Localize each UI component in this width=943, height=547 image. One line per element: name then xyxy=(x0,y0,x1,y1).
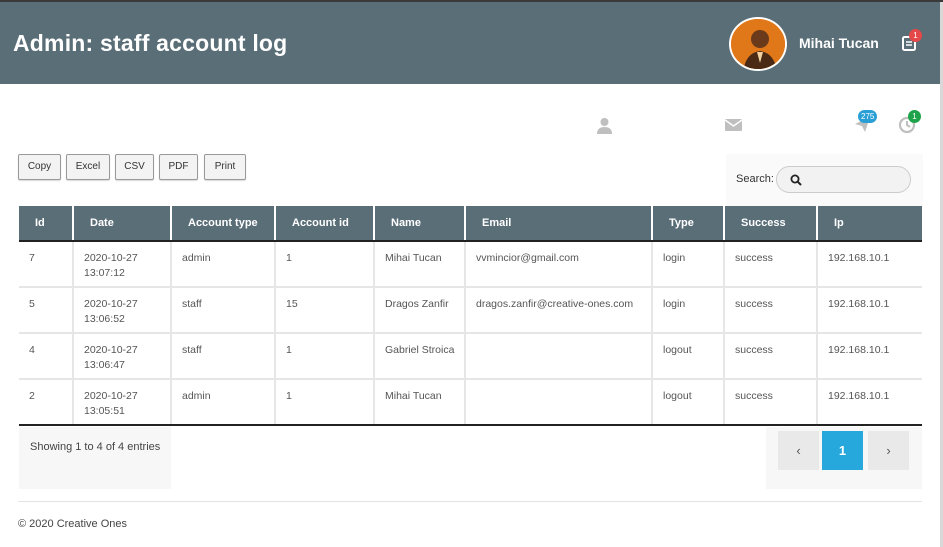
cell-email: vvmincior@gmail.com xyxy=(465,241,653,288)
page-1-button[interactable]: 1 xyxy=(822,431,863,470)
cell-date: 2020-10-27 13:07:12 xyxy=(73,241,172,288)
messages-badge: 275 xyxy=(858,110,878,123)
cell-success: success xyxy=(724,241,818,288)
column-header-account-id[interactable]: Account id xyxy=(275,206,375,242)
cell-type: logout xyxy=(652,333,725,380)
user-name[interactable]: Mihai Tucan xyxy=(799,35,879,51)
notification-badge: 1 xyxy=(909,29,922,42)
cell-email: dragos.zanfir@creative-ones.com xyxy=(465,287,653,334)
cell-success: success xyxy=(724,379,818,426)
copy-button[interactable]: Copy xyxy=(18,154,61,180)
copyright: © 2020 Creative Ones xyxy=(18,518,127,530)
table-header-row: Id Date Account type Account id Name Ema… xyxy=(19,206,922,242)
column-header-id[interactable]: Id xyxy=(19,206,74,242)
column-header-name[interactable]: Name xyxy=(374,206,466,242)
cell-date: 2020-10-27 13:05:51 xyxy=(73,379,172,426)
avatar[interactable] xyxy=(729,17,787,71)
cell-id: 7 xyxy=(19,241,74,288)
cell-type: login xyxy=(652,241,725,288)
cell-id: 4 xyxy=(19,333,74,380)
column-header-success[interactable]: Success xyxy=(724,206,818,242)
mail-icon[interactable] xyxy=(725,119,742,131)
cell-account-id: 1 xyxy=(275,379,375,426)
cell-account-id: 1 xyxy=(275,241,375,288)
column-header-type[interactable]: Type xyxy=(652,206,725,242)
cell-ip: 192.168.10.1 xyxy=(817,333,922,380)
cell-account-id: 15 xyxy=(275,287,375,334)
cell-email xyxy=(465,379,653,426)
cell-name: Gabriel Stroica xyxy=(374,333,466,380)
previous-page-button[interactable]: ‹ xyxy=(778,431,819,470)
column-header-date[interactable]: Date xyxy=(73,206,172,242)
column-header-account-type[interactable]: Account type xyxy=(171,206,276,242)
cell-type: logout xyxy=(652,379,725,426)
table-info-panel xyxy=(19,427,171,489)
page-header: Admin: staff account log Mihai Tucan 1 xyxy=(0,2,940,84)
table-row: 5 2020-10-27 13:06:52 staff 15 Dragos Za… xyxy=(19,287,922,334)
cell-name: Mihai Tucan xyxy=(374,379,466,426)
cell-account-type: admin xyxy=(171,241,276,288)
user-icon[interactable] xyxy=(596,117,613,134)
column-header-email[interactable]: Email xyxy=(465,206,653,242)
cell-account-type: admin xyxy=(171,379,276,426)
column-header-ip[interactable]: Ip xyxy=(817,206,922,242)
csv-button[interactable]: CSV xyxy=(115,154,154,180)
search-label: Search: xyxy=(736,173,774,185)
table-info: Showing 1 to 4 of 4 entries xyxy=(30,441,161,453)
cell-ip: 192.168.10.1 xyxy=(817,287,922,334)
history-badge: 1 xyxy=(908,110,921,123)
cell-success: success xyxy=(724,333,818,380)
cell-ip: 192.168.10.1 xyxy=(817,379,922,426)
cell-id: 5 xyxy=(19,287,74,334)
page-title: Admin: staff account log xyxy=(13,30,288,56)
cell-email xyxy=(465,333,653,380)
cell-name: Dragos Zanfir xyxy=(374,287,466,334)
cell-account-id: 1 xyxy=(275,333,375,380)
cell-date: 2020-10-27 13:06:47 xyxy=(73,333,172,380)
search-icon xyxy=(790,174,802,186)
excel-button[interactable]: Excel xyxy=(66,154,110,180)
cell-date: 2020-10-27 13:06:52 xyxy=(73,287,172,334)
cell-success: success xyxy=(724,287,818,334)
cell-ip: 192.168.10.1 xyxy=(817,241,922,288)
cell-account-type: staff xyxy=(171,287,276,334)
next-page-button[interactable]: › xyxy=(868,431,909,470)
cell-name: Mihai Tucan xyxy=(374,241,466,288)
print-button[interactable]: Print xyxy=(204,154,246,180)
cell-id: 2 xyxy=(19,379,74,426)
pdf-button[interactable]: PDF xyxy=(159,154,198,180)
account-log-table: Id Date Account type Account id Name Ema… xyxy=(19,206,922,426)
table-row: 4 2020-10-27 13:06:47 staff 1 Gabriel St… xyxy=(19,333,922,380)
table-row: 7 2020-10-27 13:07:12 admin 1 Mihai Tuca… xyxy=(19,241,922,288)
cell-account-type: staff xyxy=(171,333,276,380)
table-row: 2 2020-10-27 13:05:51 admin 1 Mihai Tuca… xyxy=(19,379,922,426)
footer-divider xyxy=(18,501,922,502)
cell-type: login xyxy=(652,287,725,334)
